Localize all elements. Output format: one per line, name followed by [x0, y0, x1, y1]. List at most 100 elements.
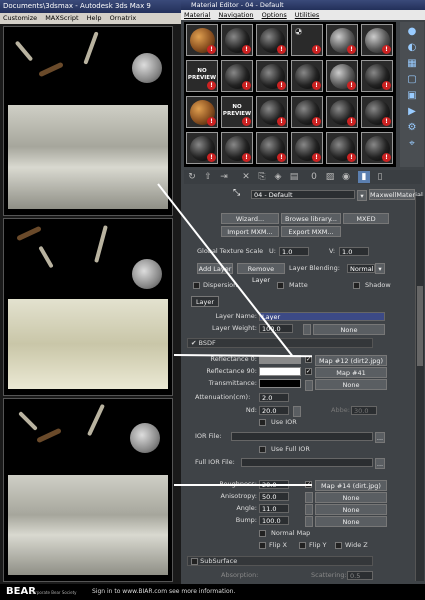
transmittance-swatch[interactable]	[259, 379, 301, 388]
material-slot[interactable]: !	[291, 24, 323, 56]
normal-map-checkbox[interactable]	[259, 530, 266, 537]
effects-channel-icon[interactable]: 0	[308, 171, 320, 183]
dropdown-arrow-icon[interactable]: ▾	[357, 190, 367, 201]
menu-navigation[interactable]: Navigation	[218, 11, 253, 19]
angle-map-button[interactable]: None	[315, 504, 387, 515]
show-map-icon[interactable]: ▨	[324, 171, 336, 183]
import-mxm-button[interactable]: Import MXM...	[221, 226, 279, 237]
layer-weight-field[interactable]: 100.0	[259, 324, 293, 333]
wide-z-checkbox[interactable]	[335, 542, 342, 549]
material-slot[interactable]: !	[221, 24, 253, 56]
scrollbar-thumb[interactable]	[417, 286, 423, 366]
menu-material[interactable]: Material	[184, 11, 210, 19]
tab-layer[interactable]: Layer	[191, 296, 219, 307]
menu-ornatrix[interactable]: Ornatrix	[110, 14, 137, 22]
transmittance-map-toggle[interactable]	[305, 380, 313, 391]
material-slot[interactable]: !	[221, 132, 253, 164]
viewport-bottom[interactable]	[3, 398, 173, 582]
reflectance90-map-button[interactable]: Map #41 (head_ds.jpg)	[315, 367, 387, 388]
tiling-icon[interactable]: ▢	[406, 74, 418, 86]
assign-icon[interactable]: ⇥	[218, 171, 230, 183]
nd-map-toggle[interactable]	[293, 406, 301, 417]
preview-icon[interactable]: ▶	[406, 106, 418, 118]
anisotropy-field[interactable]: 50.0	[259, 492, 289, 501]
angle-map-toggle[interactable]	[305, 504, 313, 515]
material-slot[interactable]: !	[361, 60, 393, 92]
transmittance-map-button[interactable]: None	[315, 379, 387, 390]
menu-customize[interactable]: Customize	[3, 14, 37, 22]
material-slot[interactable]: NO PREVIEW!	[186, 60, 218, 92]
video-color-icon[interactable]: ▣	[406, 90, 418, 102]
get-material-icon[interactable]: ↻	[186, 171, 198, 183]
copy-icon[interactable]: ⎘	[256, 171, 268, 183]
full-ior-field[interactable]	[241, 458, 373, 467]
material-slot[interactable]: !	[291, 60, 323, 92]
bump-map-toggle[interactable]	[305, 516, 313, 527]
unique-icon[interactable]: ◈	[272, 171, 284, 183]
material-slot[interactable]: !	[186, 132, 218, 164]
material-slot[interactable]: !	[256, 60, 288, 92]
reflectance90-swatch[interactable]	[259, 367, 301, 376]
subsurface-checkbox[interactable]	[191, 557, 198, 565]
material-slot[interactable]: !	[326, 96, 358, 128]
roughness-map-button[interactable]: Map #14 (dirt.jpg)	[315, 480, 387, 491]
material-slot[interactable]: !	[291, 96, 323, 128]
material-slot[interactable]: !	[256, 24, 288, 56]
export-mxm-button[interactable]: Export MXM...	[281, 226, 341, 237]
bump-field[interactable]: 100.0	[259, 516, 289, 525]
material-slot[interactable]: !	[186, 96, 218, 128]
background-icon[interactable]: ▦	[406, 58, 418, 70]
material-slot[interactable]: !	[186, 24, 218, 56]
material-slot[interactable]: !	[361, 132, 393, 164]
material-slot[interactable]: !	[361, 24, 393, 56]
browse-library-button[interactable]: Browse library...	[281, 213, 341, 224]
abbe-field[interactable]: 30.0	[351, 406, 377, 415]
attenuation-field[interactable]: 2.0	[259, 393, 289, 402]
rollout-scrollbar[interactable]	[415, 196, 424, 581]
options-icon[interactable]: ⚙	[406, 122, 418, 134]
material-type-button[interactable]: MaxwellMaterial	[369, 189, 423, 200]
material-slot[interactable]: !	[361, 96, 393, 128]
menu-help[interactable]: Help	[87, 14, 102, 22]
material-slot[interactable]: !	[291, 132, 323, 164]
go-sibling-icon[interactable]: ▯	[374, 171, 386, 183]
full-ior-browse-button[interactable]: ...	[375, 458, 385, 469]
flip-x-checkbox[interactable]	[259, 542, 266, 549]
use-full-ior-checkbox[interactable]	[259, 446, 266, 453]
reflectance0-map-button[interactable]: Map #12 (dirt2.jpg)	[315, 355, 387, 366]
pick-material-icon[interactable]: ⤡	[233, 189, 240, 198]
layer-weight-map-button[interactable]: None	[313, 324, 385, 335]
u-scale-field[interactable]: 1.0	[279, 247, 309, 256]
material-slot[interactable]: !	[326, 60, 358, 92]
ior-file-field[interactable]	[231, 432, 373, 441]
blending-dropdown-icon[interactable]: ▾	[375, 263, 385, 274]
select-by-material-icon[interactable]: ⌖	[406, 138, 418, 150]
wizard-button[interactable]: Wizard...	[221, 213, 279, 224]
material-slot[interactable]: !	[326, 132, 358, 164]
menu-maxscript[interactable]: MAXScript	[45, 14, 78, 22]
anisotropy-map-toggle[interactable]	[305, 492, 313, 503]
layer-blending-select[interactable]: Normal	[347, 264, 375, 273]
material-slot[interactable]: !	[256, 96, 288, 128]
v-scale-field[interactable]: 1.0	[339, 247, 369, 256]
show-end-icon[interactable]: ◉	[340, 171, 352, 183]
backlight-icon[interactable]: ◐	[406, 42, 418, 54]
remove-layer-button[interactable]: Remove Layer	[237, 263, 285, 284]
menu-utilities[interactable]: Utilities	[295, 11, 319, 19]
subsurface-section-header[interactable]: SubSurface	[187, 556, 373, 566]
material-slot[interactable]: !	[326, 24, 358, 56]
material-name-field[interactable]: 04 - Default	[251, 190, 355, 199]
sample-type-icon[interactable]: ●	[406, 26, 418, 38]
scattering-field[interactable]: 0.5	[347, 571, 373, 580]
ior-browse-button[interactable]: ...	[375, 432, 385, 443]
put-to-scene-icon[interactable]: ⇧	[202, 171, 214, 183]
library-icon[interactable]: ▤	[288, 171, 300, 183]
nd-field[interactable]: 20.0	[259, 406, 289, 415]
bsdf-check[interactable]: ✔	[191, 339, 196, 347]
shadow-checkbox[interactable]	[353, 282, 360, 289]
anisotropy-map-button[interactable]: None	[315, 492, 387, 503]
viewport-top[interactable]	[3, 26, 173, 216]
flip-y-checkbox[interactable]	[299, 542, 306, 549]
layer-weight-map-toggle[interactable]	[303, 324, 311, 335]
material-slot[interactable]: !	[256, 132, 288, 164]
